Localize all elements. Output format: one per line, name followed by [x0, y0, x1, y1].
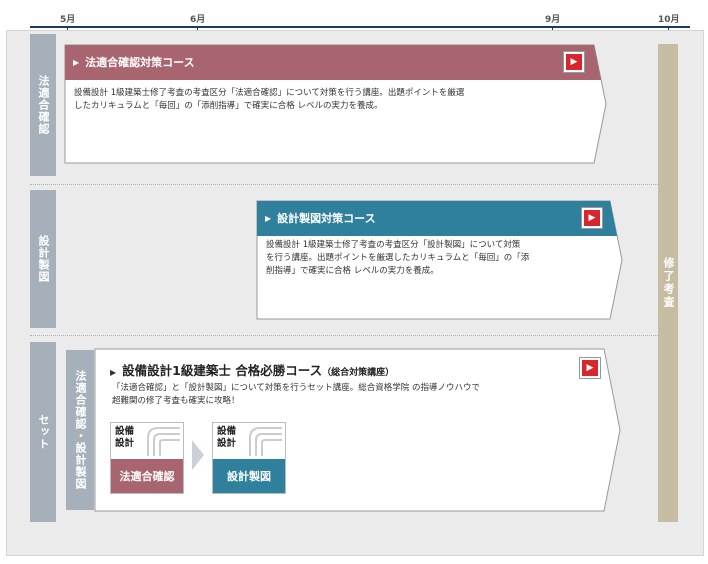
month-june: 6月 [190, 15, 206, 25]
mini-card-label: 法適合確認 [111, 459, 183, 493]
timeline-axis [30, 26, 690, 28]
description-line: したカリキュラムと「毎回」の「添削指導」で確実に合格 レベルの実力を養成。 [74, 101, 383, 111]
arrow-right-icon [192, 440, 204, 470]
month-october: 10月 [658, 15, 680, 25]
triangle-right-icon: ▶ [265, 213, 272, 223]
mini-top-line: 設計 [115, 438, 135, 449]
description-line: を行う講座。出題ポイントを厳選したカリキュラムと「毎回」の「添 [266, 253, 530, 263]
triangle-right-icon: ▶ [73, 57, 80, 67]
mini-card-sekkei: 設備 設計 設計製図 [212, 422, 286, 494]
mini-card-top: 設備 設計 [217, 426, 236, 450]
mini-top-line: 設備 [115, 426, 135, 437]
row-divider [30, 184, 658, 185]
decorative-lines-icon [249, 427, 282, 456]
description-line: 「法適合確認」と「設計製図」について対策を行うセット講座。総合資格学院 の指導ノ… [112, 383, 480, 393]
mini-card-hou: 設備 設計 法適合確認 [110, 422, 184, 494]
row-divider [30, 335, 658, 336]
play-icon[interactable]: ▶ [564, 52, 584, 72]
set-side-label: 法適合確認・設計製図 [66, 350, 94, 510]
mini-top-line: 設備 [217, 426, 237, 437]
description-line: 設備設計 1級建築士修了考査の考査区分「設計製図」について対策 [266, 240, 521, 250]
course-title: 設計製図対策コース [277, 212, 376, 225]
row-label-set: セット [30, 342, 56, 522]
decorative-lines-icon [147, 427, 180, 456]
row-label-hou: 法適合確認 [30, 34, 56, 176]
set-subtitle: （総合対策講座） [322, 368, 395, 378]
course-card-sekkei[interactable]: ▶ 設計製図対策コース ▶ 設備設計 1級建築士修了考査の考査区分「設計製図」に… [256, 200, 626, 320]
play-icon[interactable]: ▶ [582, 208, 602, 228]
course-header: ▶ 法適合確認対策コース [65, 45, 195, 79]
description-line: 削指導」で確実に合格 レベルの実力を養成。 [266, 266, 439, 276]
description-line: 超難関の修了考査も確実に攻略！ [112, 396, 240, 406]
final-exam-bar: 修了考査 [658, 44, 678, 522]
course-header: ▶ 設計製図対策コース [257, 201, 376, 235]
timeline-header: 5月 6月 9月 10月 [30, 0, 690, 31]
course-description: 設備設計 1級建築士修了考査の考査区分「設計製図」について対策 を行う講座。出題… [266, 239, 611, 278]
row-label-sekkei: 設計製図 [30, 190, 56, 328]
course-description: 設備設計 1級建築士修了考査の考査区分「法適合確認」について対策を行う講座。出題… [74, 87, 594, 113]
mini-card-top: 設備 設計 [115, 426, 134, 450]
course-card-hou[interactable]: ▶ 法適合確認対策コース ▶ 設備設計 1級建築士修了考査の考査区分「法適合確認… [64, 44, 608, 164]
set-course-description: 「法適合確認」と「設計製図」について対策を行うセット講座。総合資格学院 の指導ノ… [112, 382, 612, 408]
course-title: 法適合確認対策コース [85, 56, 195, 69]
month-september: 9月 [545, 15, 561, 25]
triangle-right-icon: ▶ [110, 368, 117, 377]
mini-top-line: 設計 [217, 438, 237, 449]
description-line: 設備設計 1級建築士修了考査の考査区分「法適合確認」について対策を行う講座。出題… [74, 88, 465, 98]
mini-card-label: 設計製図 [213, 459, 285, 493]
set-title-text: 設備設計1級建築士 合格必勝コース [122, 363, 323, 378]
month-may: 5月 [60, 15, 76, 25]
set-course-title: ▶ 設備設計1級建築士 合格必勝コース（総合対策講座） [110, 360, 394, 379]
play-icon[interactable]: ▶ [580, 358, 600, 378]
